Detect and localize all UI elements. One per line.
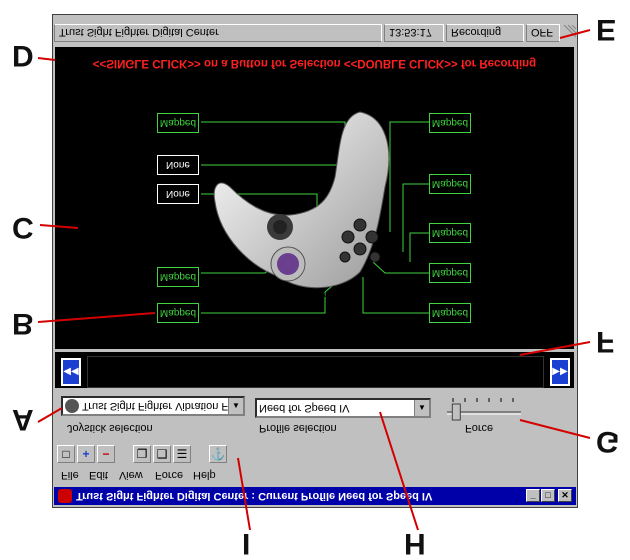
- callout-f: F: [596, 325, 615, 358]
- callout-lines: [37, 29, 591, 531]
- callout-i: I: [242, 527, 251, 560]
- callout-a: A: [12, 403, 34, 436]
- callout-e: E: [596, 13, 617, 46]
- callout-h: H: [404, 527, 426, 560]
- callout-b: B: [12, 307, 34, 340]
- callout-g: G: [596, 425, 620, 458]
- callout-c: C: [12, 211, 34, 244]
- callout-d: D: [12, 39, 34, 72]
